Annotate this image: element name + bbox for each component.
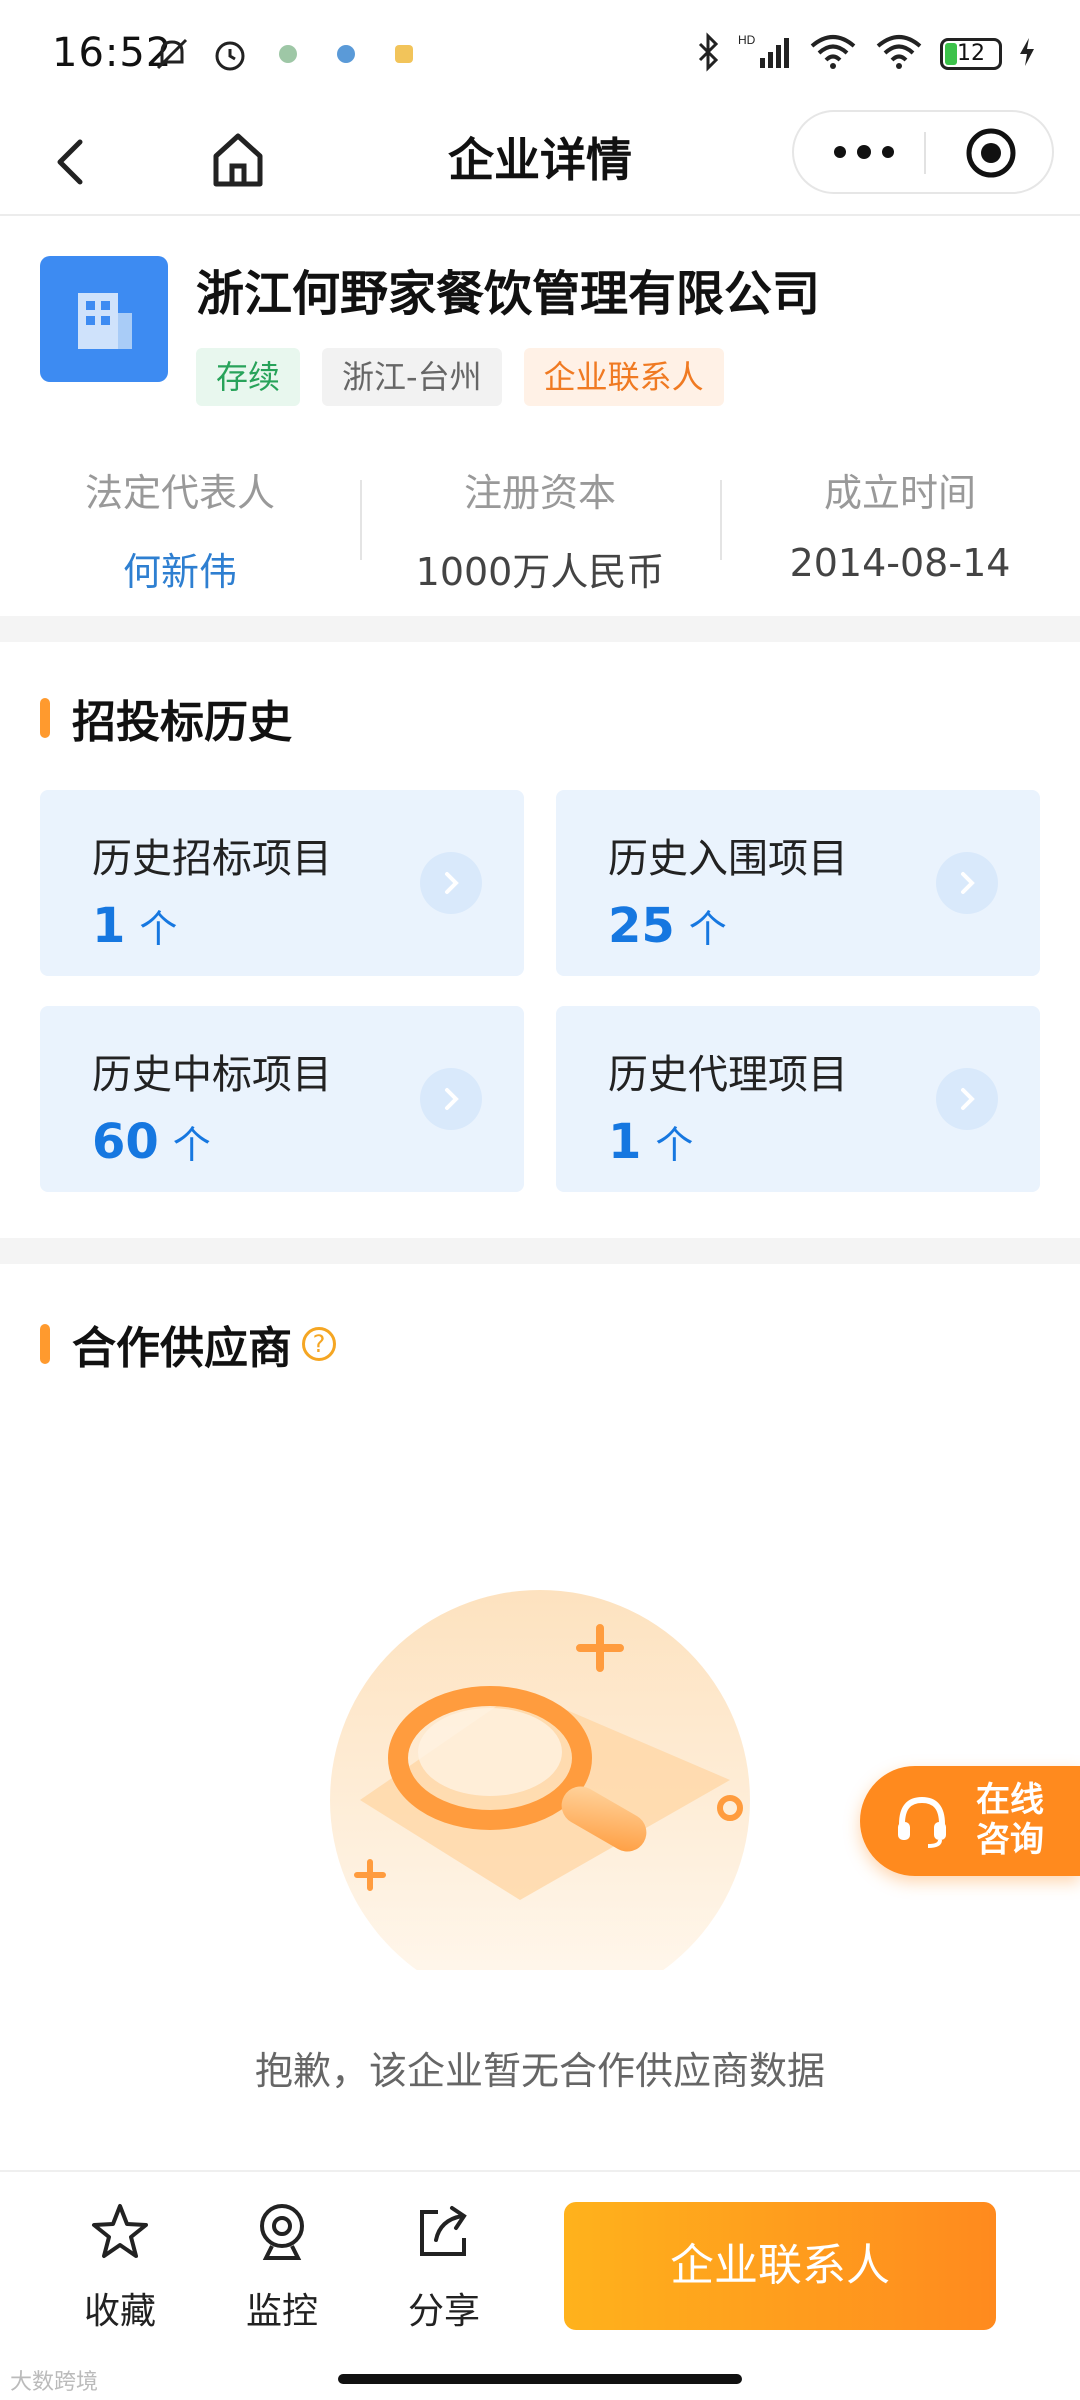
app-notification-icon — [384, 34, 424, 74]
status-bar: 16:52 HD 12 — [0, 0, 1080, 110]
empty-state-text: 抱歉，该企业暂无合作供应商数据 — [254, 2049, 825, 2093]
chevron-right-icon — [420, 1068, 482, 1130]
stat-label: 法定代表人 — [84, 471, 275, 515]
title-accent-bar — [40, 1324, 50, 1364]
home-indicator[interactable] — [338, 2374, 742, 2384]
status-tag: 存续 — [196, 348, 301, 406]
share-label: 分享 — [407, 2291, 480, 2332]
monitor-button[interactable]: 监控 — [222, 2200, 342, 2334]
card-count: 60 个 — [92, 1114, 211, 1170]
app-notification-icon — [268, 34, 308, 74]
star-icon — [92, 2204, 148, 2258]
card-label: 历史入围项目 — [608, 836, 848, 882]
card-label: 历史中标项目 — [92, 1052, 332, 1098]
charging-icon — [1018, 36, 1036, 72]
card-history-won[interactable]: 历史中标项目 60 个 — [40, 1006, 524, 1192]
card-count: 25 个 — [608, 898, 727, 954]
online-consult-button[interactable]: 在线咨询 — [860, 1766, 1080, 1876]
mute-bell-icon — [152, 34, 192, 74]
svg-text:HD: HD — [738, 33, 756, 47]
company-tags: 存续 浙江-台州 企业联系人 — [196, 348, 724, 406]
chevron-right-icon — [936, 852, 998, 914]
company-stats: 法定代表人 何新伟 注册资本 1000万人民币 成立时间 2014-08-14 — [0, 444, 1080, 594]
stat-label: 注册资本 — [463, 471, 616, 515]
app-notification-icon — [326, 34, 366, 74]
card-history-agency[interactable]: 历史代理项目 1个 — [556, 1006, 1040, 1192]
consult-label: 在线咨询 — [976, 1780, 1044, 1860]
chevron-right-icon — [420, 852, 482, 914]
region-tag: 浙江-台州 — [322, 348, 502, 406]
headset-icon — [898, 1796, 946, 1848]
status-right-icons: HD 12 — [696, 32, 1036, 76]
card-label: 历史招标项目 — [92, 836, 332, 882]
card-history-shortlist[interactable]: 历史入围项目 25 个 — [556, 790, 1040, 976]
battery-icon: 12 — [940, 38, 1002, 70]
miniapp-capsule — [792, 110, 1054, 194]
stat-label: 成立时间 — [823, 471, 976, 515]
card-count: 1个 — [608, 1114, 694, 1170]
building-icon — [78, 293, 132, 349]
chevron-right-icon — [936, 1068, 998, 1130]
bidding-section-title: 招投标历史 — [40, 686, 292, 750]
card-count: 1个 — [92, 898, 178, 954]
enterprise-contact-button[interactable]: 企业联系人 — [564, 2202, 996, 2330]
stat-value: 1000万人民币 — [415, 550, 665, 594]
stat-divider — [720, 480, 722, 560]
alarm-icon — [210, 34, 250, 74]
company-header: 浙江何野家餐饮管理有限公司 存续 浙江-台州 企业联系人 法定代表人 何新伟 注… — [0, 216, 1080, 616]
wifi-icon — [874, 32, 924, 76]
stat-founded-date: 成立时间 2014-08-14 — [720, 444, 1080, 594]
favorite-button[interactable]: 收藏 — [60, 2200, 180, 2334]
bottom-action-bar: 收藏 监控 分享 企业联系人 — [0, 2170, 1080, 2362]
nav-bar: 企业详情 — [0, 110, 1080, 216]
legal-rep-link[interactable]: 何新伟 — [0, 541, 360, 596]
help-icon[interactable]: ? — [302, 1327, 336, 1361]
more-button[interactable] — [822, 130, 906, 174]
section-divider — [0, 1238, 1080, 1264]
monitor-icon — [260, 2204, 304, 2260]
company-logo — [40, 256, 168, 382]
title-accent-bar — [40, 698, 50, 738]
stat-value: 2014-08-14 — [789, 541, 1011, 585]
signal-icon: HD — [738, 32, 792, 76]
monitor-label: 监控 — [245, 2291, 318, 2332]
wifi-icon — [808, 32, 858, 76]
section-divider — [0, 616, 1080, 642]
card-label: 历史代理项目 — [608, 1052, 848, 1098]
contact-tag[interactable]: 企业联系人 — [523, 348, 724, 406]
capsule-divider — [924, 132, 926, 174]
target-circle-icon — [966, 128, 1016, 178]
suppliers-section-title: 合作供应商 ? — [40, 1312, 336, 1376]
status-left-icons — [152, 34, 424, 74]
bluetooth-icon — [696, 32, 722, 76]
stat-registered-capital: 注册资本 1000万人民币 — [360, 444, 720, 594]
close-miniapp-button[interactable] — [964, 126, 1018, 180]
share-icon — [420, 2206, 467, 2256]
bidding-title-text: 招投标历史 — [72, 697, 292, 748]
favorite-label: 收藏 — [83, 2291, 156, 2332]
stat-legal-rep: 法定代表人 何新伟 — [0, 444, 360, 594]
watermark-brand: 大数跨境 — [10, 2370, 99, 2395]
card-history-tender[interactable]: 历史招标项目 1个 — [40, 790, 524, 976]
share-button[interactable]: 分享 — [384, 2200, 504, 2334]
company-name: 浙江何野家餐饮管理有限公司 — [196, 266, 821, 322]
stat-divider — [360, 480, 362, 560]
suppliers-title-text: 合作供应商 — [72, 1323, 292, 1374]
more-dots-icon — [834, 145, 894, 159]
empty-state-illustration — [330, 1590, 750, 2010]
